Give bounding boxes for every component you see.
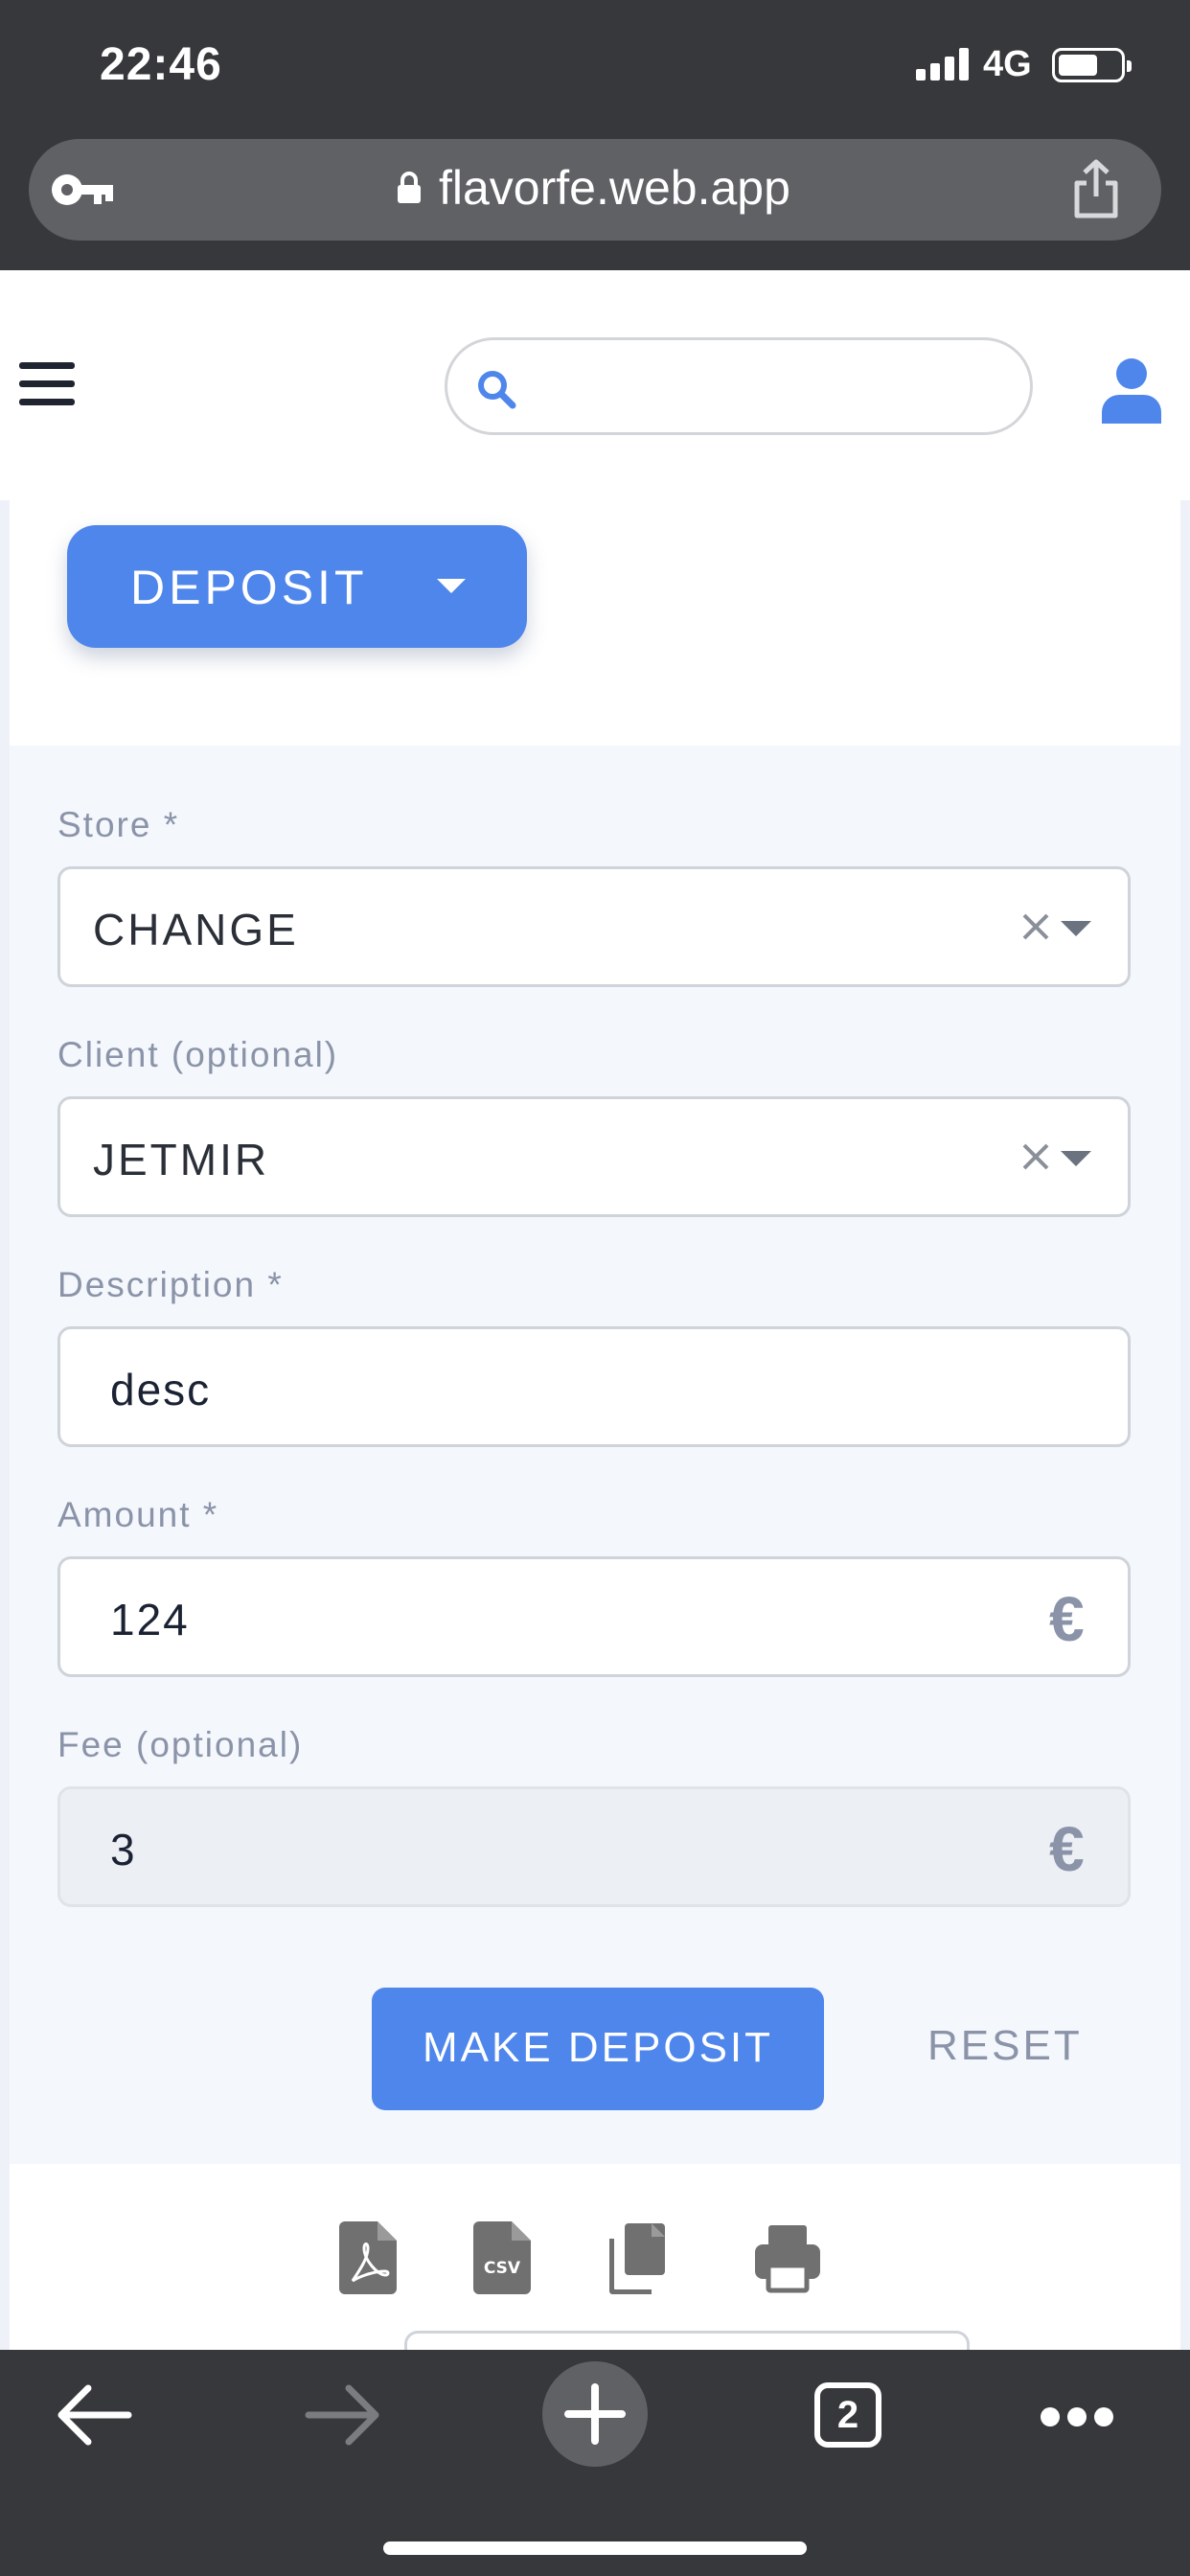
deposit-form: Store * CHANGE Client (optional) JETMIR … [10, 746, 1180, 2164]
clear-store-icon[interactable] [1018, 909, 1053, 944]
search-input[interactable] [445, 337, 1033, 435]
euro-icon: € [1049, 1813, 1085, 1884]
description-label: Description * [57, 1265, 284, 1304]
pdf-icon[interactable] [339, 2221, 397, 2294]
browser-bottom-toolbar: 2 [0, 2350, 1190, 2576]
battery-icon [1052, 48, 1132, 82]
fee-value: 3 [110, 1825, 137, 1874]
action-card: DEPOSIT [10, 500, 1180, 746]
cellular-signal-icon [916, 48, 970, 80]
network-type: 4G [983, 44, 1032, 84]
transaction-type-label: DEPOSIT [130, 561, 368, 614]
make-deposit-button[interactable]: MAKE DEPOSIT [372, 1988, 824, 2110]
description-value: desc [110, 1365, 212, 1414]
svg-text:CSV: CSV [484, 2259, 521, 2278]
menu-icon[interactable] [19, 362, 75, 406]
amount-label: Amount * [57, 1495, 219, 1534]
search-icon [478, 371, 516, 409]
print-icon[interactable] [753, 2221, 822, 2294]
export-toolbar: CSV [10, 2164, 1180, 2369]
key-icon[interactable] [48, 168, 115, 212]
client-label: Client (optional) [57, 1035, 339, 1074]
store-value: CHANGE [93, 905, 299, 954]
tab-switcher-button[interactable]: 2 [814, 2382, 881, 2448]
home-indicator [383, 2542, 807, 2555]
amount-value: 124 [110, 1595, 190, 1644]
amount-input[interactable]: 124 € [57, 1556, 1131, 1677]
reset-button[interactable]: RESET [927, 2022, 1083, 2070]
address-bar[interactable]: flavorfe.web.app [29, 139, 1161, 241]
plus-icon [564, 2383, 626, 2445]
store-select[interactable]: CHANGE [57, 866, 1131, 987]
client-value: JETMIR [93, 1135, 270, 1184]
euro-icon: € [1049, 1583, 1085, 1654]
client-select[interactable]: JETMIR [57, 1096, 1131, 1217]
make-deposit-label: MAKE DEPOSIT [422, 2024, 774, 2071]
client-dropdown-icon[interactable] [1061, 1151, 1091, 1166]
csv-icon[interactable]: CSV [473, 2221, 531, 2294]
browser-top-bar: 22:46 4G flavorfe.web.app [0, 0, 1190, 270]
user-avatar-icon[interactable] [1100, 356, 1163, 424]
more-options-icon[interactable] [1039, 2350, 1115, 2484]
open-tabs-count: 2 [836, 2394, 859, 2436]
copy-icon[interactable] [609, 2221, 667, 2294]
back-arrow-icon[interactable] [56, 2382, 132, 2448]
url-text[interactable]: flavorfe.web.app [439, 160, 790, 216]
description-input[interactable]: desc [57, 1326, 1131, 1447]
fee-label: Fee (optional) [57, 1725, 304, 1764]
lock-icon [398, 172, 421, 203]
clear-client-icon[interactable] [1018, 1139, 1053, 1174]
new-tab-button[interactable] [542, 2361, 648, 2467]
caret-down-icon [437, 579, 466, 593]
forward-arrow-icon[interactable] [305, 2382, 381, 2448]
store-dropdown-icon[interactable] [1061, 921, 1091, 936]
store-label: Store * [57, 805, 180, 844]
status-time: 22:46 [100, 39, 222, 90]
app-header [0, 270, 1190, 500]
transaction-type-dropdown[interactable]: DEPOSIT [67, 525, 527, 648]
page-content: DEPOSIT Store * CHANGE Client (optional)… [0, 500, 1190, 2369]
share-icon[interactable] [1069, 158, 1123, 219]
fee-input: 3 € [57, 1786, 1131, 1907]
